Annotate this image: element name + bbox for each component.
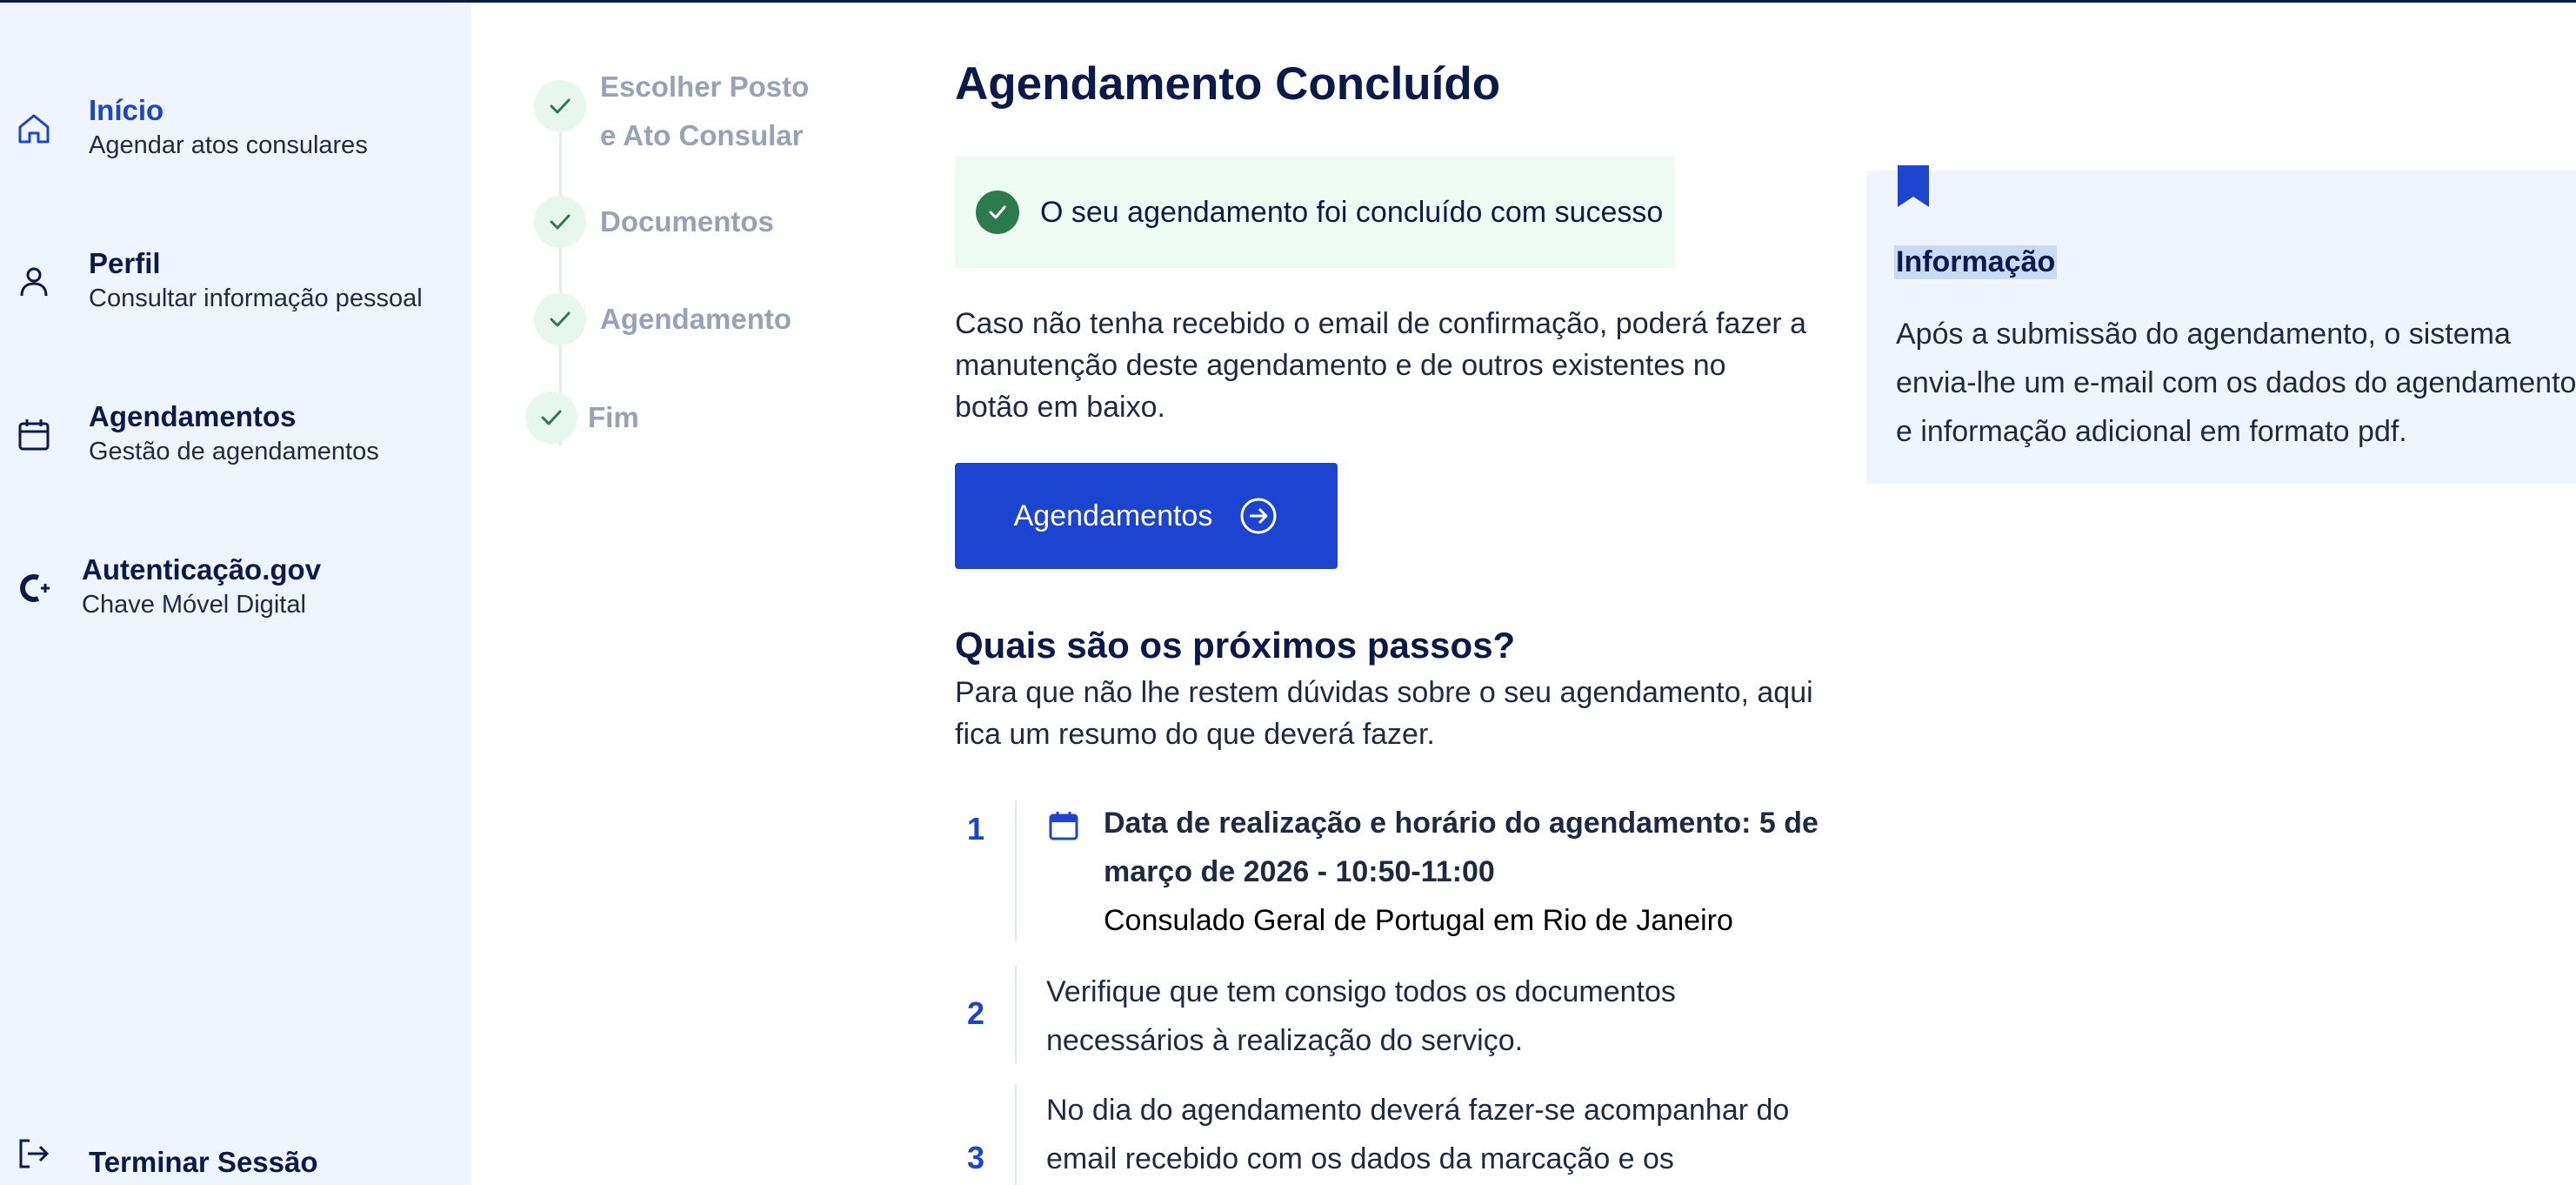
sidebar-item-autenticacao-gov[interactable]: Autenticação.gov Chave Móvel Digital [0, 549, 471, 636]
paragraph-line: manutenção deste agendamento e de outros… [955, 349, 1726, 382]
success-message: O seu agendamento foi concluído com suce… [1040, 195, 1664, 229]
step-divider [1015, 800, 1017, 941]
appointment-location: Consulado Geral de Portugal em Rio de Ja… [1104, 904, 1733, 937]
sidebar-item-inicio[interactable]: Início Agendar atos consulares [0, 90, 471, 177]
next-steps-intro: Para que não lhe restem dúvidas sobre o … [955, 672, 1813, 755]
step-line: necessários à realização do serviço. [1046, 1024, 1524, 1057]
step-label: e Ato Consular [600, 119, 804, 151]
paragraph-line: fica um resumo do que deverá fazer. [955, 718, 1435, 751]
step-1-text: Data de realização e horário do agendame… [1104, 799, 1819, 945]
check-icon [534, 196, 586, 248]
step-line: No dia do agendamento deverá fazer-se ac… [1046, 1094, 1790, 1127]
step-2-text: Verifique que tem consigo todos os docum… [1046, 967, 1676, 1065]
step-label: Agendamento [600, 303, 792, 335]
home-icon [14, 109, 54, 149]
step-label: Fim [588, 401, 639, 433]
step-number: 3 [967, 1140, 985, 1175]
calendar-icon [1047, 809, 1080, 842]
logout-icon [14, 1134, 54, 1174]
check-icon [534, 293, 586, 345]
agendamentos-button[interactable]: Agendamentos [955, 463, 1338, 569]
paragraph-line: Para que não lhe restem dúvidas sobre o … [955, 676, 1813, 709]
logout-label: Terminar Sessão [89, 1146, 318, 1178]
sidebar-item-perfil[interactable]: Perfil Consultar informação pessoal [0, 243, 471, 330]
step-label: Escolher Posto [600, 70, 810, 103]
calendar-icon [14, 415, 54, 455]
info-panel: Informação Após a submissão do agendamen… [1866, 165, 2576, 484]
info-line: Após a submissão do agendamento, o siste… [1896, 318, 2511, 351]
check-circle-icon [976, 191, 1019, 234]
appointment-time-line: março de 2026 - 10:50-11:00 [1104, 855, 1495, 888]
check-icon [534, 80, 586, 132]
step-label: Documentos [600, 205, 774, 238]
step-number: 1 [967, 811, 985, 847]
sidebar-item-subtitle: Agendar atos consulares [89, 131, 368, 159]
paragraph-line: Caso não tenha recebido o email de confi… [955, 307, 1807, 340]
appointment-date-line: Data de realização e horário do agendame… [1104, 807, 1819, 840]
sidebar-item-title: Início [89, 94, 164, 126]
sidebar: Início Agendar atos consulares Perfil Co… [0, 3, 471, 1185]
arrow-right-circle-icon [1238, 496, 1278, 536]
sidebar-item-title: Agendamentos [89, 400, 297, 432]
step-line: email recebido com os dados da marcação … [1046, 1142, 1674, 1175]
progress-stepper: Escolher Posto e Ato Consular Documentos… [522, 52, 870, 470]
sidebar-item-title: Perfil [89, 247, 161, 279]
next-steps-heading: Quais são os próximos passos? [955, 625, 1516, 666]
info-text: Após a submissão do agendamento, o siste… [1896, 310, 2576, 456]
info-line: e informação adicional em formato pdf. [1896, 415, 2407, 448]
check-icon [525, 392, 577, 444]
step-line: Verifique que tem consigo todos os docum… [1046, 975, 1676, 1008]
logout-button[interactable]: Terminar Sessão [0, 1130, 471, 1182]
bookmark-icon [1896, 165, 1931, 209]
sidebar-item-subtitle: Consultar informação pessoal [89, 285, 423, 312]
sidebar-item-title: Autenticação.gov [82, 553, 322, 586]
page-title: Agendamento Concluído [955, 58, 1501, 110]
info-line: envia-lhe um e-mail com os dados do agen… [1896, 366, 2576, 399]
confirmation-paragraph: Caso não tenha recebido o email de confi… [955, 303, 1806, 428]
step-number: 2 [967, 995, 985, 1031]
info-title: Informação [1894, 245, 2058, 279]
step-divider [1015, 966, 1017, 1063]
step-divider [1015, 1084, 1017, 1185]
step-3-text: No dia do agendamento deverá fazer-se ac… [1046, 1086, 1789, 1183]
sidebar-item-agendamentos[interactable]: Agendamentos Gestão de agendamentos [0, 396, 471, 483]
sidebar-item-subtitle: Gestão de agendamentos [89, 438, 379, 465]
paragraph-line: botão em baixo. [955, 391, 1165, 424]
user-icon [14, 262, 54, 302]
button-label: Agendamentos [1013, 499, 1213, 532]
sidebar-item-subtitle: Chave Móvel Digital [82, 591, 306, 619]
autenticacao-gov-icon [14, 568, 54, 608]
success-alert: O seu agendamento foi concluído com suce… [955, 157, 1675, 268]
